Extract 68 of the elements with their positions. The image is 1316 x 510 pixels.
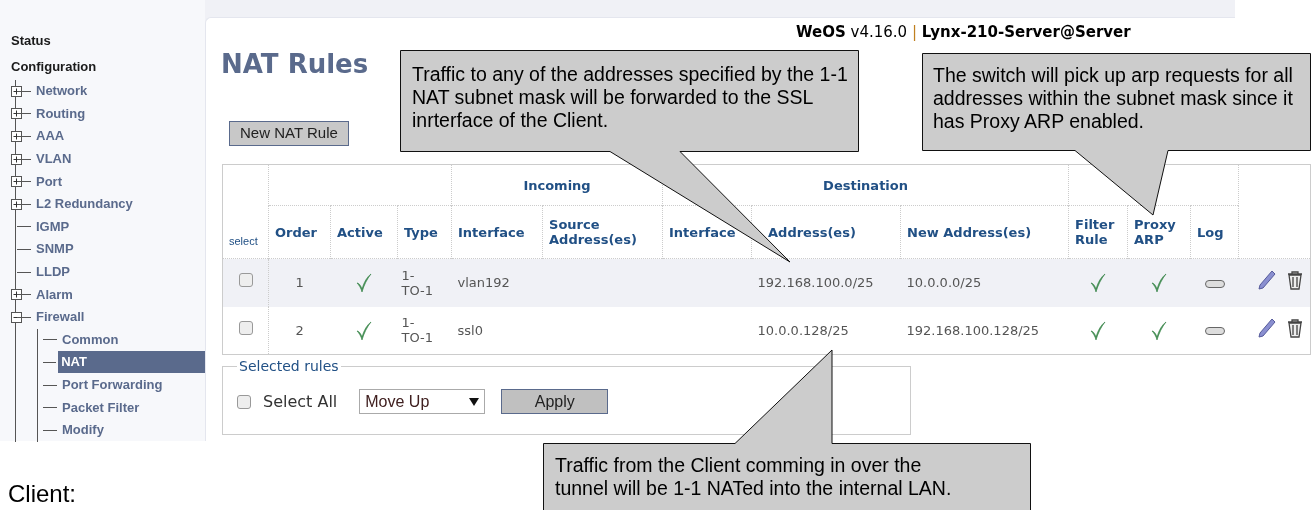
column-header: Interface xyxy=(669,224,736,240)
table-cell: 192.168.100.128/25 xyxy=(906,322,1040,338)
table-cell: 10.0.0.128/25 xyxy=(757,322,849,338)
caption: Client: xyxy=(8,479,77,509)
table-cell: 2 xyxy=(295,322,304,338)
panel-legend: Selected rules xyxy=(237,356,341,377)
table-cell: ssl0 xyxy=(457,322,483,338)
column-header: Interface xyxy=(458,224,525,240)
nav-item[interactable]: Network xyxy=(33,80,91,103)
collapse-icon[interactable] xyxy=(11,311,22,323)
trash-icon[interactable] xyxy=(1286,270,1305,290)
dropdown-arrow-icon xyxy=(469,397,480,406)
trash-icon[interactable] xyxy=(1286,317,1305,338)
new-rule-button[interactable]: New NAT Rule xyxy=(229,121,349,146)
column-header: Address(es) xyxy=(768,224,856,240)
expand-icon[interactable] xyxy=(11,176,22,188)
nav-item[interactable]: AAA xyxy=(33,125,68,148)
expand-icon[interactable] xyxy=(11,108,22,120)
version-header: WeOS v4.16.0 | Lynx-210-Server@Server xyxy=(796,22,1131,43)
table-cell-text: 1-TO-1 xyxy=(401,267,434,298)
nav-item[interactable]: SNMP xyxy=(33,238,77,261)
column-header: Active xyxy=(337,224,383,240)
column-header: New Address(es) xyxy=(907,224,1032,240)
nav-item[interactable]: Routing xyxy=(33,102,89,125)
nav-item[interactable]: Packet Filter xyxy=(59,396,143,419)
apply-button[interactable]: Apply xyxy=(501,389,609,414)
row-checkbox[interactable] xyxy=(238,320,253,335)
callout-text: The switch will pick up arp requests for all addresses within the subnet mask since it has Proxy ARP enabled. xyxy=(933,64,1294,133)
column-header: Order xyxy=(275,224,317,240)
pencil-icon[interactable] xyxy=(1258,270,1277,290)
nav-item[interactable]: Common xyxy=(59,328,122,351)
nav-item[interactable]: Port Forwarding xyxy=(59,374,166,396)
select-header: select xyxy=(229,235,258,247)
nav-item[interactable]: LLDP xyxy=(33,261,73,284)
group-header: Incoming xyxy=(523,177,591,193)
expand-icon[interactable] xyxy=(11,85,22,97)
expand-icon[interactable] xyxy=(11,198,22,210)
action-dropdown[interactable]: Move Up xyxy=(359,389,486,414)
nav-heading[interactable]: Configuration xyxy=(0,54,205,80)
group-header: Destination xyxy=(823,177,908,193)
table-cell: vlan192 xyxy=(457,275,510,290)
pencil-icon[interactable] xyxy=(1258,317,1277,338)
column-header: Proxy ARP xyxy=(1134,217,1176,247)
nav-heading[interactable]: Status xyxy=(0,28,205,54)
nav-item[interactable]: L2 Redundancy xyxy=(33,193,136,216)
column-header: Filter Rule xyxy=(1075,217,1115,247)
nav-item[interactable]: VLAN xyxy=(33,148,75,171)
page-title: NAT Rules xyxy=(221,48,369,81)
nav-item[interactable]: Port xyxy=(33,170,65,193)
expand-icon[interactable] xyxy=(11,289,22,301)
nav-item[interactable]: NAT xyxy=(58,351,205,374)
column-header: Source Address(es) xyxy=(549,217,637,247)
table-cell: 192.168.100.0/25 xyxy=(757,275,874,290)
callout-text: Traffic to any of the addresses specified by the 1-1 NAT subnet mask will be forwarded to the SSL inrterface of the Client. xyxy=(412,63,849,132)
nav-item[interactable]: IGMP xyxy=(33,215,73,238)
callout-text: Traffic from the Client comming in over the tunnel will be 1-1 NATed into the internal LAN. xyxy=(555,454,953,500)
row-checkbox[interactable] xyxy=(238,273,253,287)
expand-icon[interactable] xyxy=(11,131,22,142)
select-all-label: Select All xyxy=(263,390,338,413)
expand-icon[interactable] xyxy=(11,153,22,165)
column-header: Type xyxy=(404,224,438,240)
nav-item[interactable]: Alarm xyxy=(33,283,76,306)
table-cell: 1 xyxy=(295,275,304,290)
table-cell-text: 1-TO-1 xyxy=(401,315,434,346)
nav-item[interactable]: Firewall xyxy=(33,306,88,329)
table-cell: 10.0.0.0/25 xyxy=(906,275,982,290)
column-header: Log xyxy=(1197,224,1224,240)
nav-item[interactable]: Modify xyxy=(59,419,107,442)
